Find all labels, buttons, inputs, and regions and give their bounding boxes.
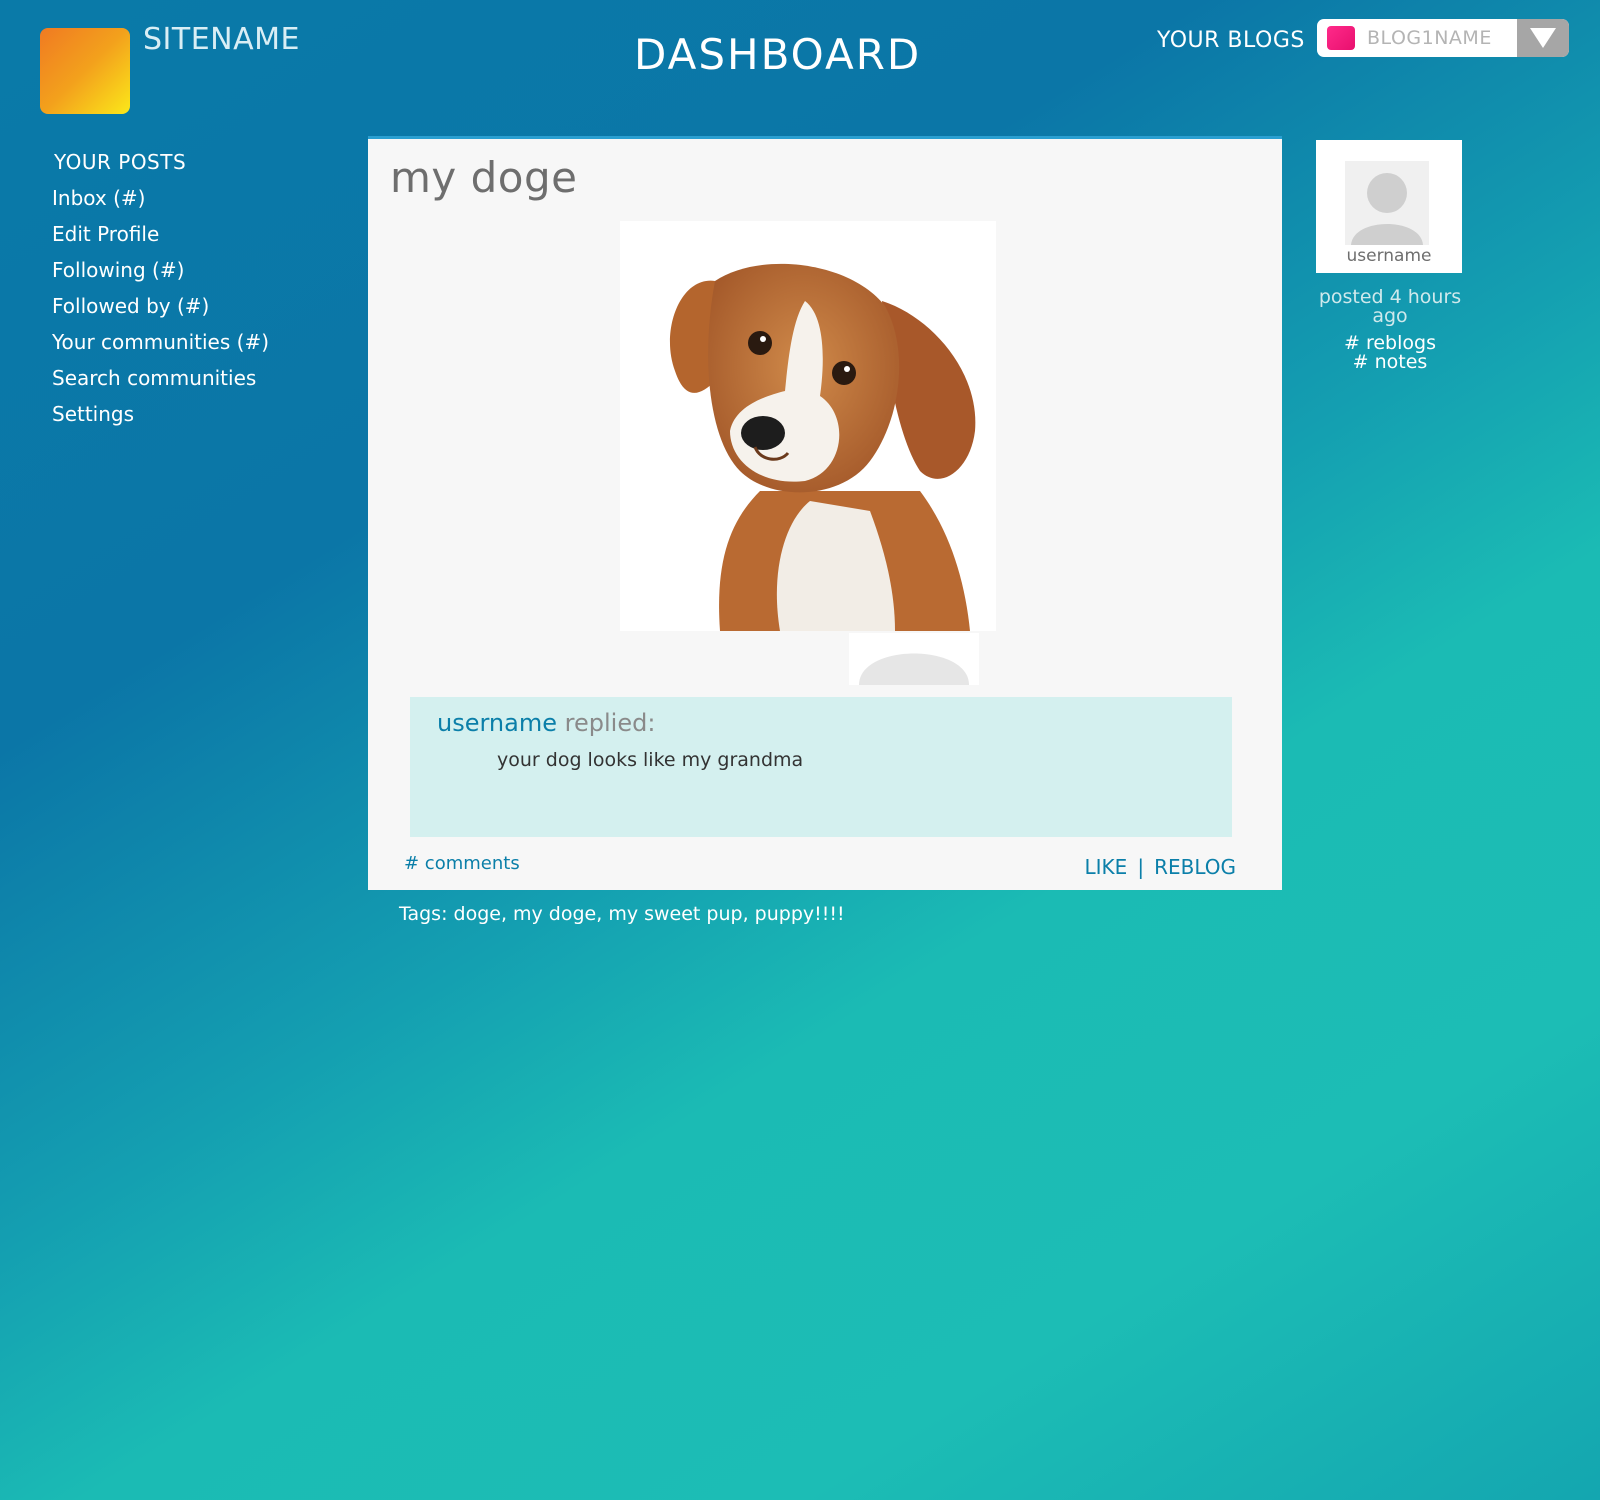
- commenter-avatar[interactable]: [849, 633, 979, 685]
- post-tags: Tags: doge, my doge, my sweet pup, puppy…: [399, 903, 845, 925]
- reply-header: username replied:: [437, 709, 655, 737]
- post-actions: LIKE | REBLOG: [1085, 855, 1236, 879]
- sidebar-item-following[interactable]: Following (#): [52, 254, 332, 290]
- page-title: DASHBOARD: [634, 30, 922, 79]
- site-name[interactable]: SITENAME: [143, 22, 300, 57]
- sidebar-item-inbox[interactable]: Inbox (#): [52, 182, 332, 218]
- dropdown-toggle-button[interactable]: [1517, 19, 1569, 57]
- action-separator: |: [1137, 855, 1145, 879]
- reply-username-link[interactable]: username: [437, 709, 557, 737]
- sidebar-item-search-communities[interactable]: Search communities: [52, 362, 332, 398]
- sidebar-item-edit-profile[interactable]: Edit Profile: [52, 218, 332, 254]
- notes-count[interactable]: # notes: [1304, 353, 1476, 372]
- posted-time: posted 4 hours ago: [1318, 286, 1462, 327]
- reply-text: your dog looks like my grandma: [497, 749, 804, 771]
- author-username[interactable]: username: [1316, 246, 1462, 266]
- sidebar-nav: YOUR POSTS Inbox (#) Edit Profile Follow…: [52, 148, 332, 434]
- blog-color-swatch: [1327, 26, 1355, 50]
- like-button[interactable]: LIKE: [1085, 855, 1128, 879]
- post-meta: posted 4 hours ago # reblogs # notes: [1304, 288, 1476, 372]
- post-image[interactable]: [620, 221, 996, 631]
- reblog-button[interactable]: REBLOG: [1154, 855, 1236, 879]
- author-avatar[interactable]: [1345, 161, 1429, 245]
- dog-photo-icon: [669, 263, 976, 631]
- chevron-down-icon: [1530, 28, 1556, 48]
- sidebar-item-your-communities[interactable]: Your communities (#): [52, 326, 332, 362]
- post-title: my doge: [390, 153, 578, 202]
- user-placeholder-icon: [859, 653, 969, 685]
- sidebar-item-settings[interactable]: Settings: [52, 398, 332, 434]
- blog-selector-dropdown[interactable]: BLOG1NAME: [1317, 19, 1569, 57]
- your-blogs-label: YOUR BLOGS: [1157, 28, 1305, 53]
- site-logo[interactable]: [40, 28, 130, 114]
- selected-blog-name: BLOG1NAME: [1367, 27, 1492, 49]
- sidebar-heading: YOUR POSTS: [54, 150, 187, 174]
- user-placeholder-icon: [1351, 173, 1423, 245]
- reply-verb: replied:: [564, 709, 656, 737]
- sidebar-item-followed-by[interactable]: Followed by (#): [52, 290, 332, 326]
- comments-link[interactable]: # comments: [404, 853, 520, 874]
- author-card[interactable]: username: [1316, 140, 1462, 273]
- reply-comment: username replied: your dog looks like my…: [410, 697, 1232, 837]
- post-card: my doge username replied: your dog looks…: [368, 136, 1282, 890]
